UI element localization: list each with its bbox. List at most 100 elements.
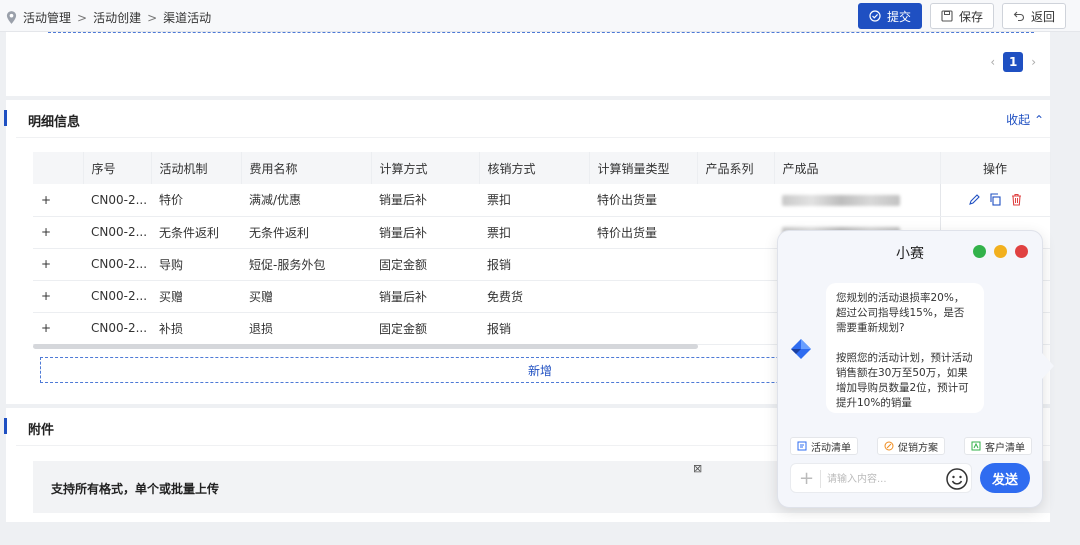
dashed-border [48, 32, 1034, 33]
chat-input[interactable] [827, 469, 937, 489]
plus-icon[interactable]: + [799, 468, 814, 489]
delete-icon[interactable] [1010, 193, 1023, 206]
expand-row-button[interactable]: + [33, 280, 83, 313]
chevron-right-icon[interactable]: › [1031, 55, 1036, 69]
cell-seq: CN00-2... [83, 280, 151, 313]
cell-mechanism: 买赠 [151, 280, 241, 313]
column-header-writeoff: 核销方式 [479, 152, 590, 184]
horizontal-scrollbar[interactable] [33, 344, 698, 349]
customer-icon [971, 441, 981, 451]
table-header-row: 序号 活动机制 费用名称 计算方式 核销方式 计算销量类型 产品系列 产成品 操… [33, 152, 1051, 184]
column-header-calc: 计算方式 [371, 152, 480, 184]
chat-input-bar: + [790, 463, 972, 493]
expand-row-button[interactable]: + [33, 184, 83, 217]
save-label: 保存 [958, 9, 983, 24]
cell-writeoff: 票扣 [479, 216, 589, 249]
quick-action-label: 客户清单 [985, 442, 1025, 454]
section-divider [16, 137, 1050, 138]
chevron-up-icon: ⌃ [1033, 113, 1044, 127]
submit-button[interactable]: 提交 [857, 3, 922, 29]
cell-sales-type [589, 312, 697, 345]
cell-fee-name: 无条件返利 [241, 216, 371, 249]
cell-seq: CN00-2... [83, 312, 151, 345]
section-accent-bar [4, 110, 7, 126]
cell-mechanism: 特价 [151, 184, 241, 217]
breadcrumb-item-channel-activity: 渠道活动 [163, 11, 212, 25]
edit-icon[interactable] [968, 193, 981, 206]
attachment-section-title: 附件 [28, 423, 55, 438]
copy-icon[interactable] [989, 193, 1002, 206]
expand-row-button[interactable]: + [33, 216, 83, 249]
expand-row-button[interactable]: + [33, 312, 83, 345]
close-icon[interactable] [1015, 245, 1028, 258]
message-text: 按照您的活动计划，预计活动销售额在30万至50万，如果增加导购员数量2位，预计可… [836, 352, 973, 409]
assistant-message: 您规划的活动退损率20%，超过公司指导线15%，是否需要重新规划? 按照您的活动… [826, 283, 984, 413]
column-header-fee-name: 费用名称 [241, 152, 372, 184]
emoji-icon[interactable] [945, 467, 969, 491]
column-header-seq: 序号 [83, 152, 152, 184]
cell-mechanism: 导购 [151, 248, 241, 281]
column-header-actions: 操作 [939, 152, 1051, 184]
cell-series [697, 248, 774, 281]
table-row: + CN00-2... 特价 满减/优惠 销量后补 票扣 特价出货量 [33, 184, 1050, 217]
cell-seq: CN00-2... [83, 184, 151, 217]
cell-product [774, 184, 940, 217]
window-controls [973, 245, 1028, 258]
quick-actions: 活动清单 促销方案 客户清单 [790, 437, 1032, 455]
chevron-left-icon[interactable]: ‹ [990, 55, 995, 69]
cell-series [697, 184, 774, 217]
top-bar: 活动管理 > 活动创建 > 渠道活动 提交 保存 返回 [0, 0, 1080, 32]
breadcrumb-separator: > [147, 10, 158, 25]
submit-label: 提交 [886, 9, 911, 24]
location-pin-icon [6, 11, 17, 24]
column-header-product: 产成品 [774, 152, 941, 184]
cell-fee-name: 买赠 [241, 280, 371, 313]
list-icon [797, 441, 807, 451]
cell-fee-name: 短促-服务外包 [241, 248, 371, 281]
cell-fee-name: 满减/优惠 [241, 184, 371, 217]
page-number-current[interactable]: 1 [1003, 52, 1024, 72]
pagination: ‹ 1 › [990, 52, 1036, 72]
minimize-icon[interactable] [994, 245, 1007, 258]
assistant-logo-icon [791, 339, 811, 359]
cell-calc: 销量后补 [371, 216, 479, 249]
column-header-series: 产品系列 [697, 152, 775, 184]
check-circle-icon [869, 10, 881, 22]
panel-pointer [1042, 353, 1054, 379]
cell-sales-type: 特价出货量 [589, 184, 697, 217]
collapse-label: 收起 [1006, 113, 1031, 127]
back-label: 返回 [1030, 9, 1055, 24]
cell-mechanism: 无条件返利 [151, 216, 241, 249]
previous-section-card: ‹ 1 › [6, 32, 1050, 96]
quick-action-promo-plan[interactable]: 促销方案 [877, 437, 945, 455]
section-accent-bar [4, 418, 7, 434]
quick-action-customer-list[interactable]: 客户清单 [964, 437, 1032, 455]
collapse-toggle[interactable]: 收起 ⌃ [1006, 111, 1044, 128]
breadcrumb-item-activity-create[interactable]: 活动创建 [93, 9, 141, 26]
quick-action-label: 促销方案 [898, 442, 938, 454]
cell-sales-type [589, 280, 697, 313]
breadcrumb-item-activity-mgmt[interactable]: 活动管理 [23, 9, 71, 26]
quick-action-activity-list[interactable]: 活动清单 [790, 437, 858, 455]
quick-action-label: 活动清单 [811, 442, 851, 454]
cell-calc: 销量后补 [371, 184, 479, 217]
upload-hint: 支持所有格式，单个或批量上传 [51, 482, 220, 496]
cell-calc: 固定金额 [371, 248, 479, 281]
expand-row-button[interactable]: + [33, 248, 83, 281]
cell-writeoff: 报销 [479, 312, 589, 345]
undo-icon [1013, 11, 1024, 22]
column-header-sales-type: 计算销量类型 [589, 152, 698, 184]
save-button[interactable]: 保存 [929, 3, 994, 29]
broken-image-icon: ⊠ [693, 462, 703, 475]
back-button[interactable]: 返回 [1001, 3, 1066, 29]
cell-series [697, 216, 774, 249]
cell-mechanism: 补损 [151, 312, 241, 345]
save-icon [941, 10, 953, 22]
cell-sales-type [589, 248, 697, 281]
voice-icon[interactable] [973, 245, 986, 258]
send-button[interactable]: 发送 [980, 463, 1030, 493]
cell-sales-type: 特价出货量 [589, 216, 697, 249]
breadcrumb: 活动管理 > 活动创建 > 渠道活动 [6, 9, 211, 26]
cell-calc: 销量后补 [371, 280, 479, 313]
promo-icon [884, 441, 894, 451]
